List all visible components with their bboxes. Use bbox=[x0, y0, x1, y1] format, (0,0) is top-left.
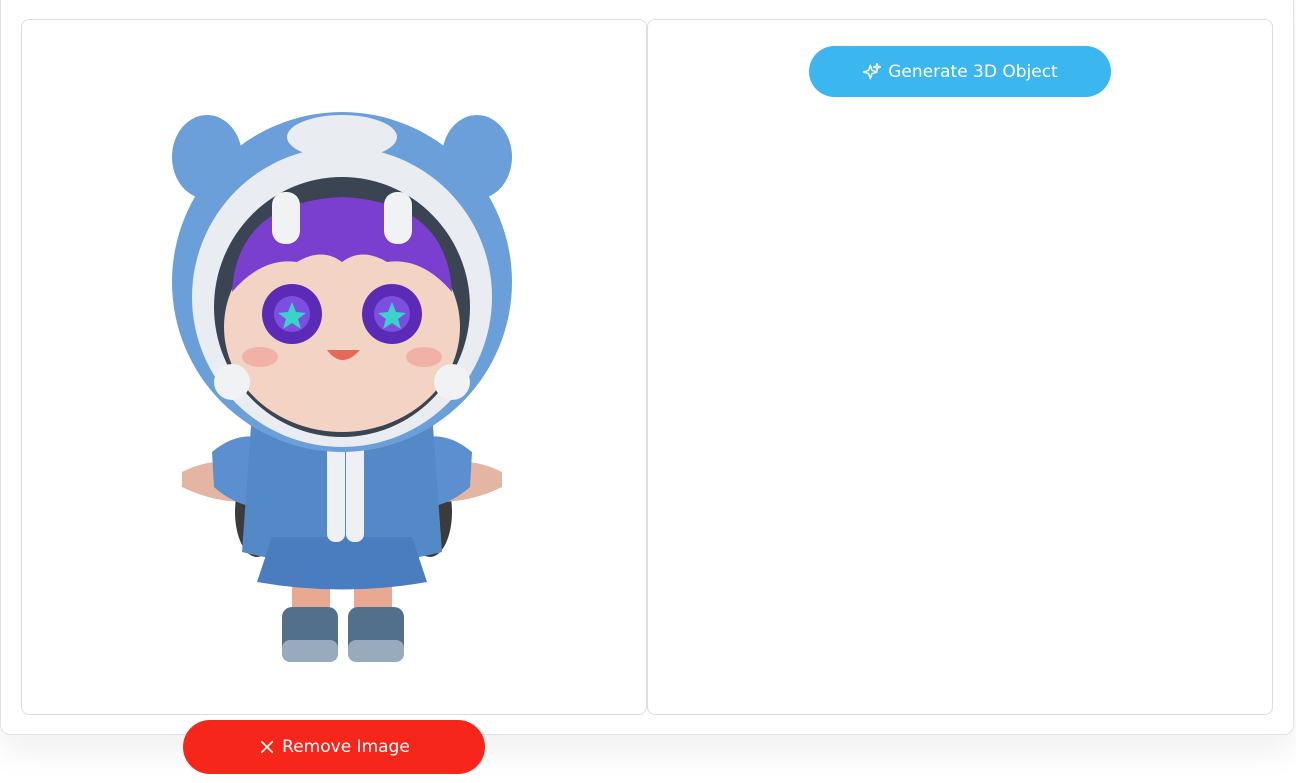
generate-3d-object-button[interactable]: Generate 3D Object bbox=[809, 46, 1111, 97]
remove-image-button[interactable]: Remove Image bbox=[183, 720, 485, 774]
uploaded-image bbox=[172, 112, 512, 662]
remove-image-label: Remove Image bbox=[282, 737, 410, 757]
sparkles-icon bbox=[862, 62, 882, 82]
generate-3d-object-label: Generate 3D Object bbox=[888, 61, 1058, 82]
close-icon bbox=[258, 738, 276, 756]
input-image-panel bbox=[21, 19, 647, 715]
output-panel bbox=[647, 19, 1273, 715]
